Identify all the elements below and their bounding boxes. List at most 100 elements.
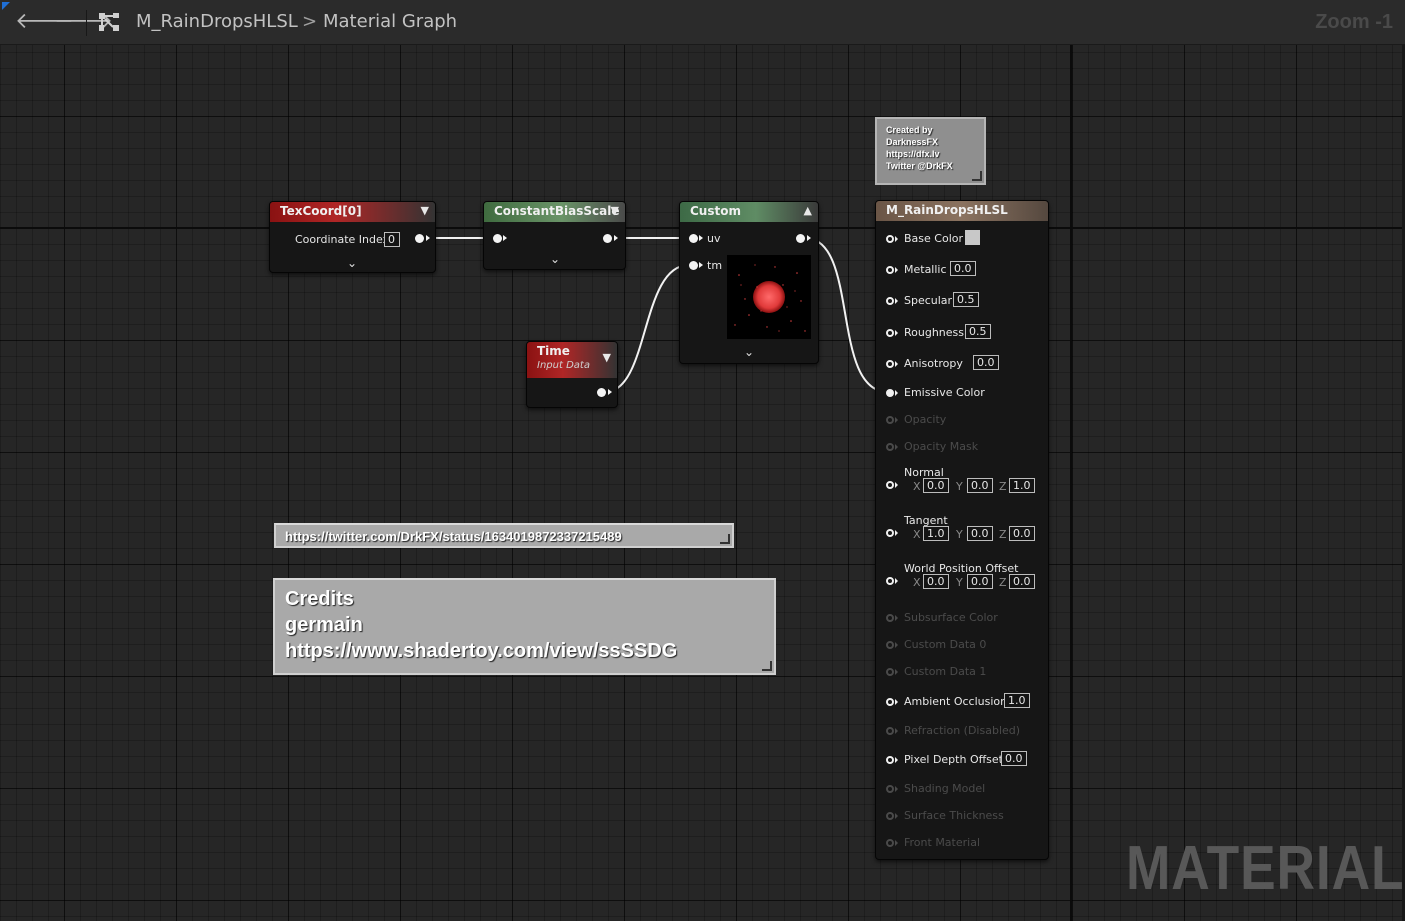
- input-pin-icon[interactable]: [886, 529, 894, 537]
- normal-y-field[interactable]: 0.0: [967, 478, 993, 493]
- pin-arrow-icon: [895, 361, 898, 367]
- resize-handle-icon[interactable]: [720, 534, 730, 544]
- zoom-level: Zoom -1: [1315, 11, 1393, 33]
- collapse-chevron-icon[interactable]: ▼: [611, 204, 619, 217]
- roughness-field[interactable]: 0.5: [965, 324, 991, 339]
- credits-line-1: Credits: [285, 588, 354, 610]
- custom-uv-label: uv: [707, 232, 721, 245]
- texcoord-output-pin[interactable]: [415, 234, 424, 243]
- input-pin-icon[interactable]: [886, 235, 894, 243]
- time-node-title-bar[interactable]: Time ▼ Input Data: [527, 342, 617, 378]
- pin-arrow-icon: [895, 669, 898, 675]
- pixel-depth-offset-field[interactable]: 0.0: [1001, 751, 1027, 766]
- wpo-label: World Position Offset: [904, 562, 1019, 575]
- tangent-z-field[interactable]: 0.0: [1009, 526, 1035, 541]
- connection-wires: [424, 237, 889, 393]
- input-pin-icon[interactable]: [886, 389, 894, 397]
- graph-hierarchy-icon[interactable]: [98, 12, 120, 32]
- custom-node-title-bar[interactable]: Custom ▲: [680, 202, 818, 222]
- input-pin-icon[interactable]: [886, 756, 894, 764]
- pin-arrow-icon: [895, 444, 898, 450]
- resize-handle-icon[interactable]: [972, 171, 982, 181]
- input-pin-icon: [886, 668, 894, 676]
- tangent-x-axis: X: [913, 528, 921, 541]
- custom-data-1-label: Custom Data 1: [904, 665, 987, 678]
- resize-handle-icon[interactable]: [762, 661, 772, 671]
- constant-bias-scale-title-bar[interactable]: ConstantBiasScale ▼: [484, 202, 625, 222]
- input-pin-icon: [886, 727, 894, 735]
- custom-tm-input-pin[interactable]: [689, 261, 698, 270]
- pin-arrow-icon: [895, 728, 898, 734]
- collapse-chevron-icon[interactable]: ▲: [804, 204, 812, 217]
- tangent-x-field[interactable]: 1.0: [923, 526, 949, 541]
- pin-arrow-icon: [895, 813, 898, 819]
- author-line-2: DarknessFX: [886, 137, 939, 147]
- pin-arrow-icon: [895, 642, 898, 648]
- tangent-z-axis: Z: [999, 528, 1007, 541]
- breadcrumb-separator: >: [302, 11, 318, 32]
- pin-arrow-icon: [895, 267, 898, 273]
- bias-output-pin[interactable]: [603, 234, 612, 243]
- material-output-node[interactable]: M_RainDropsHLSL Base Color Metallic 0.0 …: [875, 200, 1049, 860]
- wpo-x-axis: X: [913, 576, 921, 589]
- tangent-y-axis: Y: [956, 528, 963, 541]
- custom-uv-input-pin[interactable]: [689, 234, 698, 243]
- graph-type-watermark: MATERIAL: [1126, 834, 1405, 903]
- subsurface-label: Subsurface Color: [904, 611, 998, 624]
- tweet-link-comment[interactable]: https://twitter.com/DrkFX/status/1634019…: [274, 523, 734, 548]
- bias-input-pin[interactable]: [493, 234, 502, 243]
- expand-chevron-icon[interactable]: ⌄: [550, 252, 560, 266]
- input-pin-icon[interactable]: [886, 481, 894, 489]
- input-pin-icon: [886, 416, 894, 424]
- input-pin-icon: [886, 614, 894, 622]
- wpo-y-field[interactable]: 0.0: [967, 574, 993, 589]
- input-pin-icon[interactable]: [886, 577, 894, 585]
- surface-thickness-label: Surface Thickness: [904, 809, 1004, 822]
- material-output-title-bar[interactable]: M_RainDropsHLSL: [876, 201, 1048, 221]
- graph-toolbar: 🡐 🡒 M_RainDropsHLSL > Material Graph Zoo…: [0, 0, 1405, 45]
- expand-chevron-icon[interactable]: ⌄: [744, 345, 754, 359]
- texcoord-node-title[interactable]: TexCoord[0] ▼: [270, 202, 435, 222]
- opacity-mask-label: Opacity Mask: [904, 440, 979, 453]
- metallic-field[interactable]: 0.0: [950, 261, 976, 276]
- pin-arrow-icon: [895, 417, 898, 423]
- breadcrumb-asset[interactable]: M_RainDropsHLSL: [136, 11, 298, 32]
- constant-bias-scale-node[interactable]: ConstantBiasScale ▼ ⌄: [483, 201, 626, 270]
- coordinate-index-field[interactable]: 0: [384, 232, 400, 247]
- normal-x-field[interactable]: 0.0: [923, 478, 949, 493]
- time-node[interactable]: Time ▼ Input Data: [526, 341, 618, 408]
- time-output-pin[interactable]: [597, 388, 606, 397]
- output-arrow-icon: [426, 235, 430, 241]
- ambient-occlusion-field[interactable]: 1.0: [1004, 693, 1030, 708]
- corner-marker: [2, 2, 10, 10]
- credits-line-3: https://www.shadertoy.com/view/ssSSDG: [285, 640, 678, 662]
- input-pin-icon[interactable]: [886, 360, 894, 368]
- input-pin-icon[interactable]: [886, 297, 894, 305]
- author-comment[interactable]: Created by DarknessFX https://dfx.lv Twi…: [875, 117, 986, 185]
- collapse-chevron-icon[interactable]: ▼: [421, 204, 429, 217]
- custom-output-pin[interactable]: [796, 234, 805, 243]
- roughness-label: Roughness: [904, 326, 965, 339]
- wpo-x-field[interactable]: 0.0: [923, 574, 949, 589]
- wpo-z-field[interactable]: 0.0: [1009, 574, 1035, 589]
- input-pin-icon[interactable]: [886, 698, 894, 706]
- custom-node[interactable]: Custom ▲ uv tm ⌄: [679, 201, 819, 364]
- base-color-swatch[interactable]: [965, 230, 980, 245]
- input-pin-icon[interactable]: [886, 266, 894, 274]
- specular-field[interactable]: 0.5: [953, 292, 979, 307]
- texcoord-node[interactable]: TexCoord[0] ▼ Coordinate Index 0 ⌄: [269, 201, 436, 273]
- input-arrow-icon: [503, 235, 507, 241]
- collapse-chevron-icon[interactable]: ▼: [603, 351, 611, 364]
- anisotropy-field[interactable]: 0.0: [973, 355, 999, 370]
- wpo-y-axis: Y: [956, 576, 963, 589]
- specular-label: Specular: [904, 294, 953, 307]
- breadcrumb-graph[interactable]: Material Graph: [323, 11, 457, 32]
- toolbar-separator: [86, 10, 87, 36]
- emissive-label: Emissive Color: [904, 386, 985, 399]
- normal-z-field[interactable]: 1.0: [1009, 478, 1035, 493]
- tangent-y-field[interactable]: 0.0: [967, 526, 993, 541]
- input-pin-icon[interactable]: [886, 329, 894, 337]
- credits-comment[interactable]: Credits germain https://www.shadertoy.co…: [273, 578, 776, 675]
- expand-chevron-icon[interactable]: ⌄: [347, 256, 357, 270]
- tweet-link-text: https://twitter.com/DrkFX/status/1634019…: [285, 529, 622, 544]
